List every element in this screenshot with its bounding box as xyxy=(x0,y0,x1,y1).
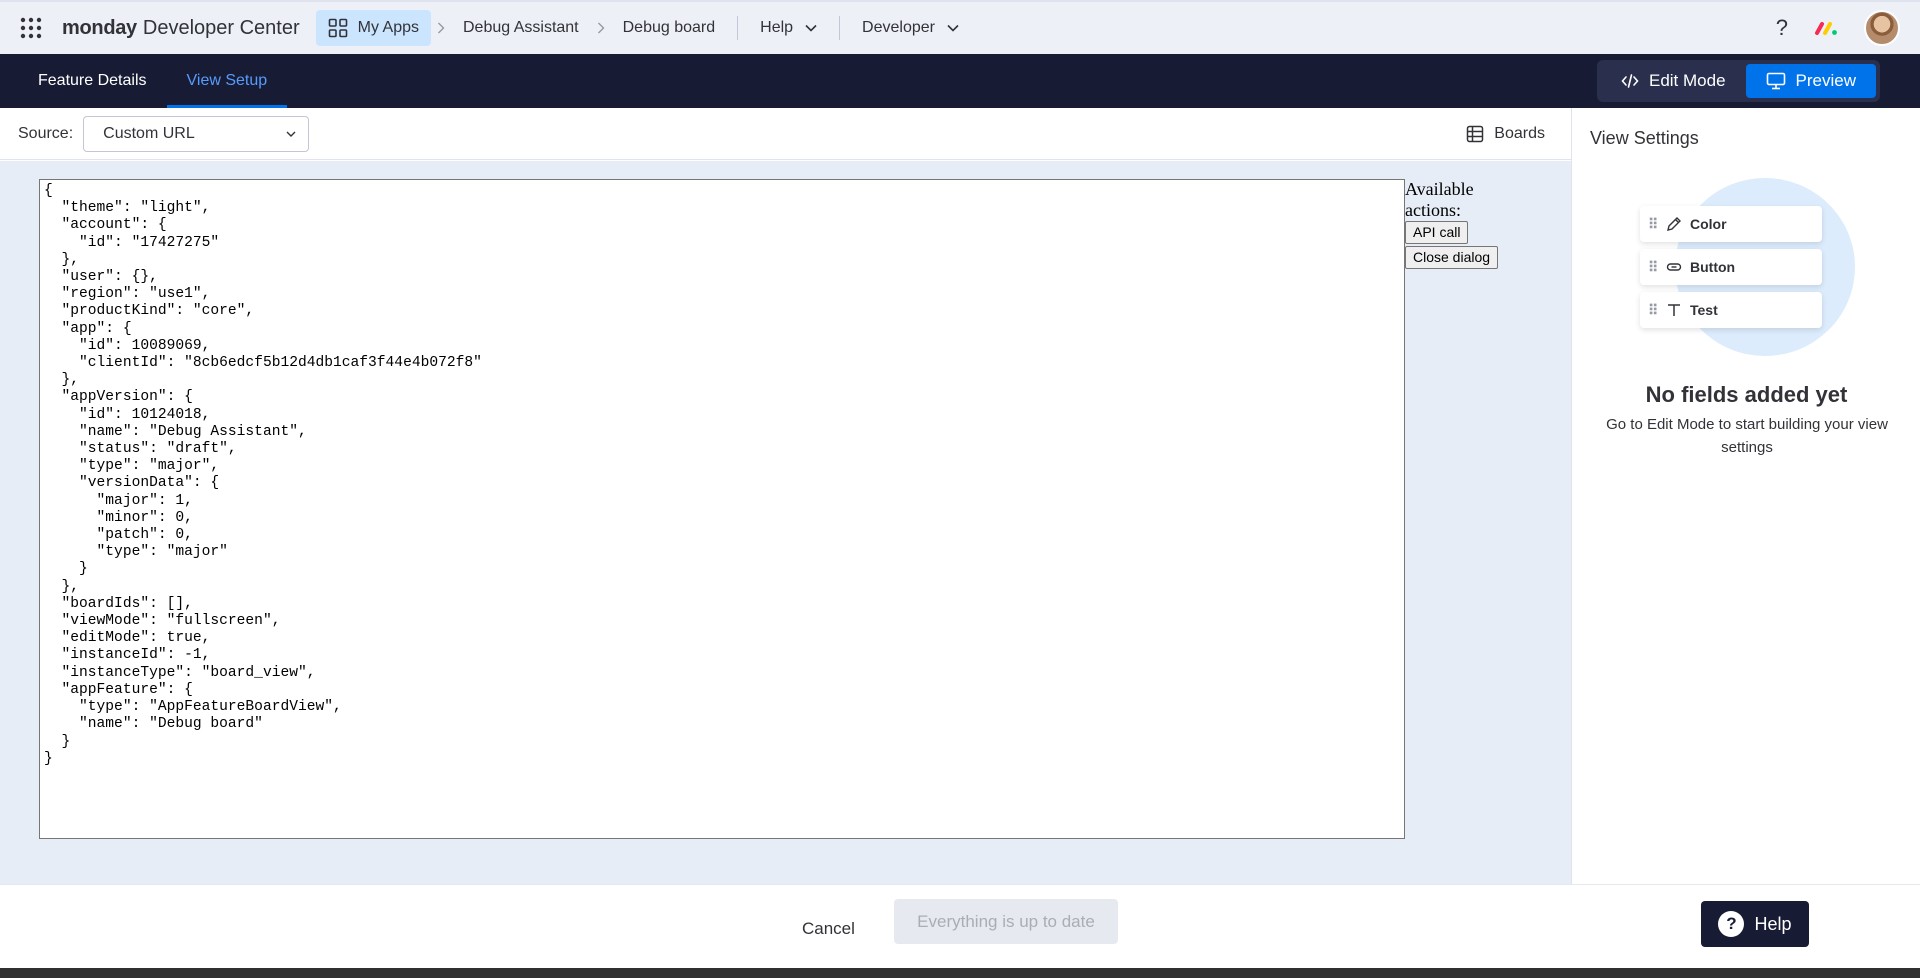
preview-button[interactable]: Preview xyxy=(1745,64,1876,98)
text-t-icon xyxy=(1668,304,1680,316)
chevron-right-icon xyxy=(591,22,611,34)
boards-button[interactable]: Boards xyxy=(1466,125,1545,143)
field-card-button: ⠿ Button xyxy=(1640,249,1822,285)
breadcrumb-debug-assistant[interactable]: Debug Assistant xyxy=(451,10,591,46)
field-card-color: ⠿ Color xyxy=(1640,206,1822,242)
breadcrumb-my-apps[interactable]: My Apps xyxy=(315,10,431,46)
api-call-button[interactable]: API call xyxy=(1405,221,1469,244)
edit-mode-label: Edit Mode xyxy=(1648,71,1726,90)
feature-subnav: Feature Details View Setup Edit Mode Pre… xyxy=(0,54,1920,108)
table-icon xyxy=(1467,125,1484,142)
help-menu[interactable]: Help xyxy=(748,10,829,46)
save-status-button: Everything is up to date xyxy=(894,899,1118,944)
tab-feature-details[interactable]: Feature Details xyxy=(18,54,167,108)
help-button[interactable]: ? Help xyxy=(1701,901,1809,947)
code-icon xyxy=(1621,74,1639,88)
app-launcher-icon[interactable] xyxy=(16,13,46,43)
help-question-icon[interactable]: ? xyxy=(1776,15,1788,41)
link-pill-icon xyxy=(1666,263,1682,271)
top-navigation: monday Developer Center My Apps Debug As… xyxy=(0,0,1920,54)
view-settings-panel: View Settings ⠿ Color ⠿ Button ⠿ Test No… xyxy=(1571,108,1920,884)
context-json-textarea[interactable]: { "theme": "light", "account": { "id": "… xyxy=(39,179,1405,839)
mode-switch: Edit Mode Preview xyxy=(1596,60,1880,102)
empty-state-title: No fields added yet xyxy=(1645,382,1848,407)
divider xyxy=(737,16,739,40)
chevron-down-icon xyxy=(805,24,817,32)
drag-handle-icon: ⠿ xyxy=(1648,301,1658,318)
empty-state-subtitle: Go to Edit Mode to start building your v… xyxy=(1606,416,1888,456)
app-window: monday Developer Center My Apps Debug As… xyxy=(0,0,1920,968)
field-card-test: ⠿ Test xyxy=(1640,292,1822,328)
chevron-down-icon xyxy=(947,24,959,32)
tab-view-setup[interactable]: View Setup xyxy=(166,54,288,108)
field-card-label: Test xyxy=(1690,302,1718,318)
source-dropdown[interactable]: Custom URL xyxy=(83,115,310,152)
breadcrumb-debug-board[interactable]: Debug board xyxy=(611,10,728,46)
breadcrumb-label: My Apps xyxy=(357,19,419,36)
field-card-label: Button xyxy=(1690,259,1736,275)
boards-label: Boards xyxy=(1494,124,1545,142)
empty-state-illustration: ⠿ Color ⠿ Button ⠿ Test xyxy=(1640,178,1870,358)
source-label: Source: xyxy=(18,124,74,142)
brand-logo[interactable]: monday Developer Center xyxy=(62,17,300,40)
pen-icon xyxy=(1667,217,1681,231)
monday-logo-icon[interactable] xyxy=(1814,20,1838,36)
top-right-controls: ? xyxy=(1776,10,1900,46)
chevron-right-icon xyxy=(431,22,451,34)
cancel-button[interactable]: Cancel xyxy=(788,907,869,951)
divider xyxy=(839,16,841,40)
brand-bold: monday xyxy=(62,16,137,39)
help-button-label: Help xyxy=(1754,913,1792,934)
drag-handle-icon: ⠿ xyxy=(1648,215,1658,232)
apps-grid-icon xyxy=(328,18,347,38)
chevron-down-icon xyxy=(286,131,296,137)
help-circle-icon: ? xyxy=(1718,911,1745,937)
available-actions: Available actions: API call Close dialog xyxy=(1405,179,1525,269)
field-card-label: Color xyxy=(1690,216,1727,232)
footer-bar: Cancel Everything is up to date ? Help xyxy=(0,884,1920,968)
source-selected-value: Custom URL xyxy=(103,124,195,142)
view-settings-title: View Settings xyxy=(1590,128,1699,148)
edit-mode-button[interactable]: Edit Mode xyxy=(1601,64,1746,98)
drag-handle-icon: ⠿ xyxy=(1648,258,1658,275)
available-actions-heading: Available actions: xyxy=(1405,179,1474,220)
preview-canvas: { "theme": "light", "account": { "id": "… xyxy=(0,161,1571,884)
developer-menu-label: Developer xyxy=(862,19,935,36)
monitor-icon xyxy=(1766,72,1785,90)
developer-menu[interactable]: Developer xyxy=(850,10,971,46)
user-avatar[interactable] xyxy=(1864,10,1900,46)
brand-subtitle: Developer Center xyxy=(142,16,300,39)
help-menu-label: Help xyxy=(760,19,794,36)
breadcrumb-label: Debug board xyxy=(622,19,716,36)
breadcrumb-label: Debug Assistant xyxy=(463,19,579,36)
source-bar: Source: Custom URL Boards xyxy=(0,108,1571,160)
preview-label: Preview xyxy=(1795,71,1856,90)
close-dialog-button[interactable]: Close dialog xyxy=(1405,246,1499,269)
